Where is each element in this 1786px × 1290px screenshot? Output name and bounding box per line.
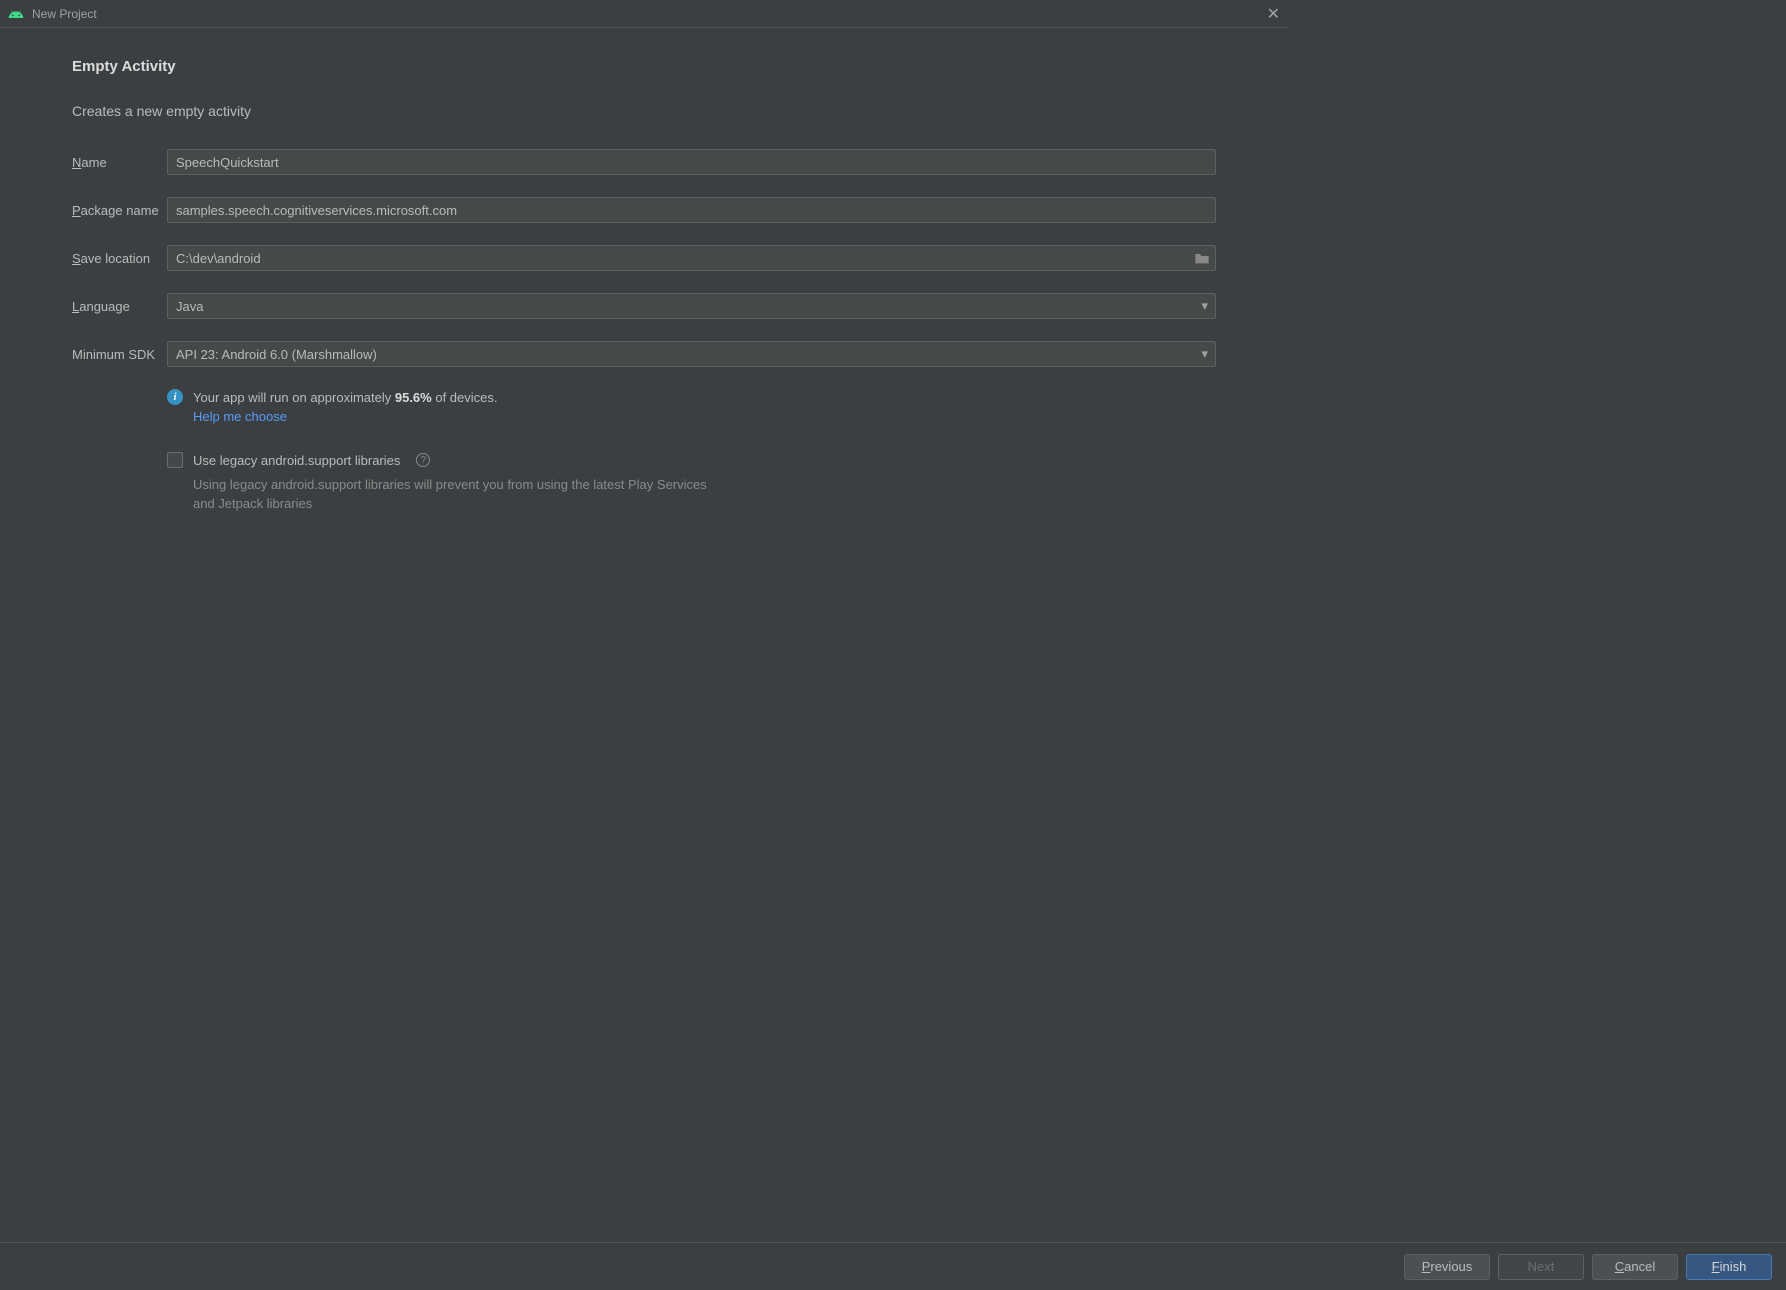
coverage-text-pre: Your app will run on approximately — [193, 390, 395, 405]
package-label: Package name — [72, 203, 167, 218]
page-subtitle: Creates a new empty activity — [72, 103, 1216, 119]
wizard-footer: Previous Next Cancel Finish — [0, 1242, 1786, 1290]
name-label: Name — [72, 155, 167, 170]
info-icon: i — [167, 389, 183, 405]
browse-folder-icon[interactable] — [1194, 251, 1210, 265]
save-location-label: Save location — [72, 251, 167, 266]
wizard-content: Empty Activity Creates a new empty activ… — [0, 28, 1288, 514]
page-heading: Empty Activity — [72, 58, 1216, 75]
device-coverage-info: i Your app will run on approximately 95.… — [167, 389, 1216, 405]
help-icon[interactable]: ? — [416, 453, 430, 467]
android-icon — [8, 6, 24, 22]
minimum-sdk-select[interactable] — [167, 341, 1216, 367]
next-button: Next — [1498, 1254, 1584, 1280]
title-bar: New Project ✕ — [0, 0, 1288, 28]
previous-button[interactable]: Previous — [1404, 1254, 1490, 1280]
close-icon[interactable]: ✕ — [1267, 4, 1280, 24]
language-label: Language — [72, 299, 167, 314]
legacy-support-help-text: Using legacy android.support libraries w… — [193, 476, 713, 514]
legacy-support-checkbox[interactable] — [167, 452, 183, 468]
package-input[interactable] — [167, 197, 1216, 223]
coverage-text-post: of devices. — [432, 390, 498, 405]
name-input[interactable] — [167, 149, 1216, 175]
minimum-sdk-label: Minimum SDK — [72, 347, 167, 362]
language-select[interactable] — [167, 293, 1216, 319]
help-me-choose-link[interactable]: Help me choose — [193, 409, 287, 424]
window-title: New Project — [32, 7, 97, 21]
legacy-support-label: Use legacy android.support libraries — [193, 453, 400, 468]
cancel-button[interactable]: Cancel — [1592, 1254, 1678, 1280]
coverage-percent: 95.6% — [395, 390, 432, 405]
finish-button[interactable]: Finish — [1686, 1254, 1772, 1280]
save-location-input[interactable] — [167, 245, 1216, 271]
